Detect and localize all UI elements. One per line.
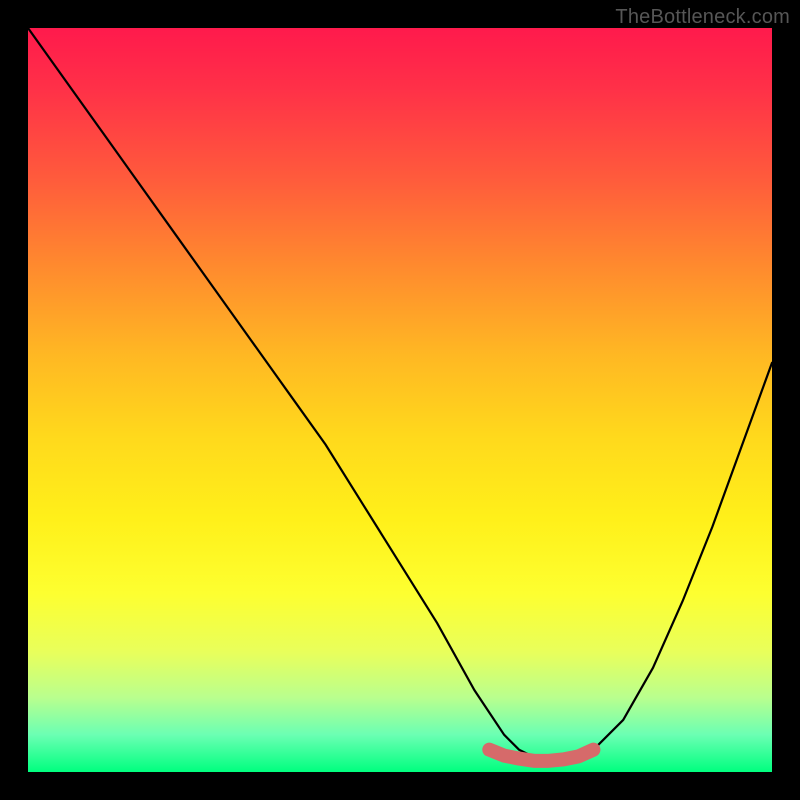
- chart-frame: TheBottleneck.com: [0, 0, 800, 800]
- plot-area: [28, 28, 772, 772]
- attribution-label: TheBottleneck.com: [615, 6, 790, 29]
- bottom-highlight-path: [489, 750, 593, 761]
- chart-svg: [28, 28, 772, 772]
- curve-path: [28, 28, 772, 761]
